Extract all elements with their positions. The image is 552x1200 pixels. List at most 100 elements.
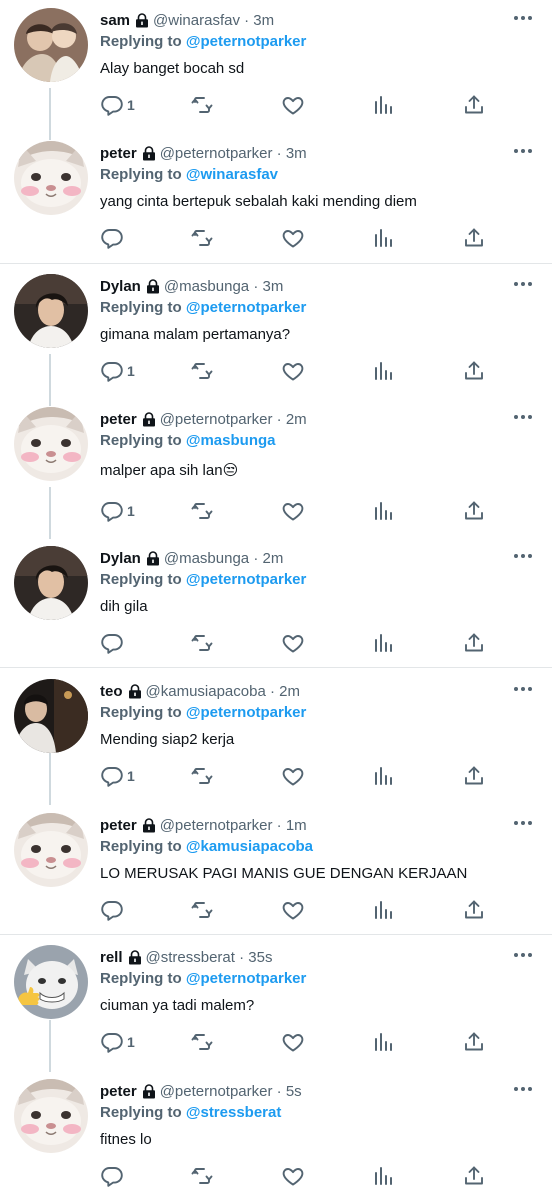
more-icon[interactable] (512, 143, 534, 159)
like-button[interactable] (281, 763, 305, 789)
username[interactable]: @winarasfav (153, 12, 240, 29)
more-icon[interactable] (512, 548, 534, 564)
display-name[interactable]: peter (100, 411, 137, 428)
reply-button[interactable] (100, 897, 127, 923)
username[interactable]: @masbunga (164, 550, 249, 567)
tweet[interactable]: peter @peternotparker · 3m Replying to @… (0, 133, 552, 265)
reply-button[interactable]: 1 (100, 358, 135, 384)
more-icon[interactable] (512, 1081, 534, 1097)
mention-link[interactable]: @peternotparker (186, 571, 307, 588)
mention-link[interactable]: @stressberat (186, 1104, 282, 1121)
like-button[interactable] (281, 630, 305, 656)
display-name[interactable]: peter (100, 817, 137, 834)
views-button[interactable] (372, 498, 396, 524)
views-button[interactable] (372, 358, 396, 384)
avatar[interactable] (14, 546, 88, 620)
reply-button[interactable] (100, 225, 127, 251)
avatar[interactable] (14, 274, 88, 348)
views-button[interactable] (372, 1163, 396, 1189)
display-name[interactable]: peter (100, 145, 137, 162)
share-button[interactable] (462, 763, 486, 789)
retweet-button[interactable] (190, 1029, 214, 1055)
timestamp[interactable]: · 1m (277, 817, 307, 834)
avatar[interactable] (14, 141, 88, 215)
username[interactable]: @peternotparker (160, 1083, 273, 1100)
more-icon[interactable] (512, 815, 534, 831)
retweet-button[interactable] (190, 92, 214, 118)
avatar[interactable] (14, 679, 88, 753)
views-button[interactable] (372, 763, 396, 789)
retweet-button[interactable] (190, 763, 214, 789)
avatar[interactable] (14, 813, 88, 887)
reply-button[interactable] (100, 1163, 127, 1189)
retweet-button[interactable] (190, 358, 214, 384)
mention-link[interactable]: @peternotparker (186, 33, 307, 50)
timestamp[interactable]: · 3m (253, 278, 283, 295)
tweet[interactable]: peter @peternotparker · 5s Replying to @… (0, 1071, 552, 1200)
mention-link[interactable]: @masbunga (186, 432, 276, 449)
tweet[interactable]: Dylan @masbunga · 3m Replying to @petern… (0, 266, 552, 398)
display-name[interactable]: rell (100, 949, 123, 966)
username[interactable]: @masbunga (164, 278, 249, 295)
avatar[interactable] (14, 945, 88, 1019)
username[interactable]: @peternotparker (160, 145, 273, 162)
views-button[interactable] (372, 897, 396, 923)
more-icon[interactable] (512, 681, 534, 697)
username[interactable]: @peternotparker (160, 411, 273, 428)
reply-button[interactable]: 1 (100, 1029, 135, 1055)
like-button[interactable] (281, 897, 305, 923)
like-button[interactable] (281, 498, 305, 524)
mention-link[interactable]: @peternotparker (186, 970, 307, 987)
views-button[interactable] (372, 1029, 396, 1055)
like-button[interactable] (281, 1029, 305, 1055)
like-button[interactable] (281, 1163, 305, 1189)
display-name[interactable]: peter (100, 1083, 137, 1100)
more-icon[interactable] (512, 409, 534, 425)
display-name[interactable]: Dylan (100, 278, 141, 295)
views-button[interactable] (372, 225, 396, 251)
retweet-button[interactable] (190, 897, 214, 923)
reply-button[interactable]: 1 (100, 498, 135, 524)
tweet[interactable]: teo @kamusiapacoba · 2m Replying to @pet… (0, 671, 552, 803)
mention-link[interactable]: @peternotparker (186, 704, 307, 721)
retweet-button[interactable] (190, 498, 214, 524)
more-icon[interactable] (512, 947, 534, 963)
timestamp[interactable]: · 35s (239, 949, 272, 966)
timestamp[interactable]: · 5s (277, 1083, 302, 1100)
tweet[interactable]: peter @peternotparker · 2m Replying to @… (0, 399, 552, 538)
share-button[interactable] (462, 1029, 486, 1055)
display-name[interactable]: sam (100, 12, 130, 29)
share-button[interactable] (462, 498, 486, 524)
tweet[interactable]: rell @stressberat · 35s Replying to @pet… (0, 937, 552, 1069)
share-button[interactable] (462, 92, 486, 118)
username[interactable]: @kamusiapacoba (146, 683, 266, 700)
username[interactable]: @stressberat (146, 949, 235, 966)
reply-button[interactable] (100, 630, 127, 656)
timestamp[interactable]: · 3m (277, 145, 307, 162)
mention-link[interactable]: @winarasfav (186, 166, 278, 183)
avatar[interactable] (14, 8, 88, 82)
retweet-button[interactable] (190, 1163, 214, 1189)
avatar[interactable] (14, 407, 88, 481)
tweet[interactable]: Dylan @masbunga · 2m Replying to @petern… (0, 538, 552, 666)
views-button[interactable] (372, 92, 396, 118)
like-button[interactable] (281, 92, 305, 118)
share-button[interactable] (462, 630, 486, 656)
timestamp[interactable]: · 2m (277, 411, 307, 428)
reply-button[interactable]: 1 (100, 92, 135, 118)
username[interactable]: @peternotparker (160, 817, 273, 834)
timestamp[interactable]: · 2m (270, 683, 300, 700)
reply-button[interactable]: 1 (100, 763, 135, 789)
avatar[interactable] (14, 1079, 88, 1153)
tweet[interactable]: peter @peternotparker · 1m Replying to @… (0, 805, 552, 933)
timestamp[interactable]: · 2m (253, 550, 283, 567)
share-button[interactable] (462, 225, 486, 251)
mention-link[interactable]: @kamusiapacoba (186, 838, 313, 855)
tweet[interactable]: sam @winarasfav · 3m Replying to @petern… (0, 0, 552, 132)
retweet-button[interactable] (190, 225, 214, 251)
share-button[interactable] (462, 1163, 486, 1189)
retweet-button[interactable] (190, 630, 214, 656)
display-name[interactable]: teo (100, 683, 123, 700)
mention-link[interactable]: @peternotparker (186, 299, 307, 316)
like-button[interactable] (281, 225, 305, 251)
